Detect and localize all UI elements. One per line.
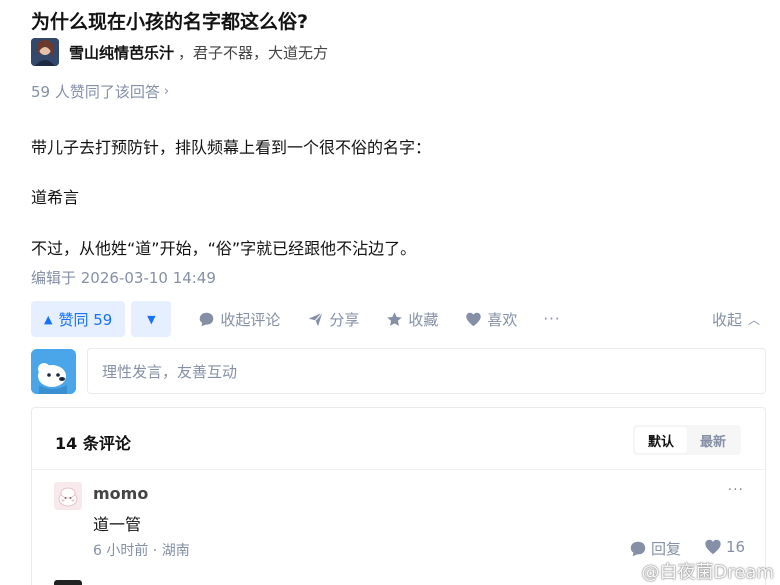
upvote-summary[interactable]: 59 人赞同了该回答 › bbox=[31, 81, 169, 102]
triangle-up-icon: ▲ bbox=[44, 312, 53, 326]
action-bar: ▲ 赞同 59 ▼ 收起评论 分享 收藏 喜欢 ··· 收起 ︿ bbox=[31, 301, 764, 337]
comment-text: 道一管 bbox=[93, 515, 142, 534]
like-button[interactable]: 喜欢 bbox=[464, 309, 517, 330]
collapse-comments-button[interactable]: 收起评论 bbox=[197, 309, 280, 330]
heart-icon bbox=[464, 310, 482, 328]
collect-button[interactable]: 收藏 bbox=[385, 309, 438, 330]
comment-like-count: 16 bbox=[726, 538, 746, 556]
triangle-down-icon: ▼ bbox=[147, 312, 156, 326]
reply-button[interactable]: 回复 bbox=[629, 538, 681, 559]
watermark: @白夜菌Dream bbox=[617, 558, 774, 584]
star-icon bbox=[385, 310, 403, 328]
comment-input[interactable]: 理性发言，友善互动 bbox=[87, 348, 766, 394]
commenter-avatar[interactable] bbox=[54, 482, 82, 510]
sort-default-tab[interactable]: 默认 bbox=[634, 427, 687, 453]
my-avatar[interactable] bbox=[31, 348, 76, 394]
author-bio: ，君子不器，大道无方 bbox=[178, 43, 329, 62]
author-row: 雪山纯情芭乐汁 ，君子不器，大道无方 bbox=[31, 38, 328, 66]
reply-label: 回复 bbox=[651, 540, 682, 558]
upvote-label: 赞同 59 bbox=[58, 310, 113, 329]
chevron-up-icon: ︿ bbox=[747, 312, 760, 327]
answer-paragraph: 道希言 bbox=[31, 188, 80, 207]
next-commenter-avatar[interactable] bbox=[54, 580, 82, 585]
author-name[interactable]: 雪山纯情芭乐汁 bbox=[69, 42, 174, 63]
weibo-logo-icon bbox=[617, 564, 637, 579]
comment-meta: 6 小时前 · 湖南 bbox=[93, 543, 190, 559]
collapse-label: 收起 bbox=[711, 310, 742, 329]
collapse-comments-label: 收起评论 bbox=[220, 310, 281, 329]
comment-input-row: 理性发言，友善互动 bbox=[31, 348, 766, 394]
sort-newest-tab[interactable]: 最新 bbox=[687, 427, 739, 453]
like-label: 喜欢 bbox=[487, 310, 518, 329]
comment-more-button[interactable]: ··· bbox=[728, 482, 744, 498]
paper-plane-icon bbox=[306, 310, 324, 328]
more-options-button[interactable]: ··· bbox=[543, 310, 560, 328]
watermark-text: @白夜菌Dream bbox=[641, 562, 774, 583]
comments-count: 14 条评论 bbox=[55, 434, 131, 453]
share-label: 分享 bbox=[329, 310, 360, 329]
downvote-button[interactable]: ▼ bbox=[131, 301, 172, 337]
commenter-name[interactable]: momo bbox=[93, 484, 148, 503]
divider bbox=[32, 469, 765, 470]
upvote-summary-text: 59 人赞同了该回答 bbox=[31, 83, 160, 101]
answer-paragraph: 带儿子去打预防针，排队频幕上看到一个很不俗的名字： bbox=[31, 138, 432, 157]
collect-label: 收藏 bbox=[408, 310, 439, 329]
comment-bubble-icon bbox=[197, 310, 215, 328]
comment-like-button[interactable]: 16 bbox=[704, 538, 745, 556]
question-title[interactable]: 为什么现在小孩的名字都这么俗? bbox=[31, 7, 308, 34]
chevron-right-icon: › bbox=[163, 84, 170, 99]
share-button[interactable]: 分享 bbox=[306, 309, 359, 330]
sort-toggle: 默认 最新 bbox=[632, 425, 741, 455]
heart-icon bbox=[705, 539, 721, 555]
upvote-button[interactable]: ▲ 赞同 59 bbox=[31, 301, 126, 337]
answer-paragraph: 不过，从他姓“道”开始，“俗”字就已经跟他不沾边了。 bbox=[31, 239, 417, 258]
edit-time[interactable]: 编辑于 2026-03-10 14:49 bbox=[31, 267, 216, 288]
author-avatar[interactable] bbox=[31, 38, 59, 66]
comment-bubble-icon bbox=[630, 541, 646, 556]
collapse-answer-button[interactable]: 收起 ︿ bbox=[712, 301, 760, 337]
